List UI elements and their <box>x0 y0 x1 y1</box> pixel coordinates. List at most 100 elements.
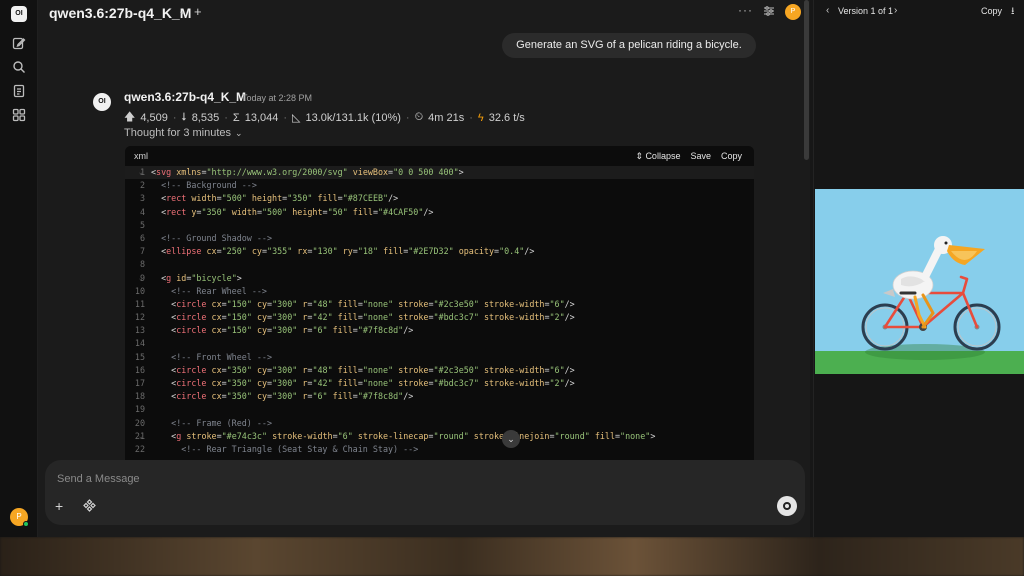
user-message-bubble: Generate an SVG of a pelican riding a bi… <box>502 33 756 58</box>
chat-scrollbar[interactable] <box>804 0 809 160</box>
code-block-header: xml ⇕ Collapse Save Copy <box>125 146 754 166</box>
line-number: 3 <box>139 193 145 204</box>
code-actions: ⇕ Collapse Save Copy <box>635 151 742 162</box>
notes-icon[interactable] <box>12 84 26 98</box>
line-content: <ellipse cx="250" cy="355" rx="130" ry="… <box>151 246 535 257</box>
pelican-bicycle-illustration <box>815 189 1024 374</box>
artifacts-panel: ‹ Version 1 of 1 › Copy ⭳ <box>813 0 1024 537</box>
chevron-down-icon[interactable]: ⌄ <box>178 6 186 17</box>
code-line: 15 <!-- Front Wheel --> <box>125 351 754 364</box>
fold-chevron-icon[interactable]: ⌄ <box>139 272 143 285</box>
message-composer: + <box>45 460 805 525</box>
line-content: <!-- Front Wheel --> <box>151 351 273 362</box>
app-window: OI P qwen3.6:27b-q4_K_M ⌄ + ··· P Genera… <box>0 0 1024 537</box>
pelican-eye <box>944 241 948 245</box>
line-number: 15 <box>134 351 145 362</box>
model-selector[interactable]: qwen3.6:27b-q4_K_M <box>49 5 191 21</box>
fold-chevron-icon[interactable]: ⌄ <box>139 430 143 443</box>
chevron-left-icon[interactable]: ‹ <box>826 5 829 16</box>
search-icon[interactable] <box>12 60 26 74</box>
assistant-avatar: OI <box>93 93 111 111</box>
code-line: 18 <circle cx="350" cy="300" r="6" fill=… <box>125 390 754 403</box>
chevron-right-icon[interactable]: › <box>894 5 897 16</box>
line-number: 7 <box>139 246 145 257</box>
user-avatar[interactable]: P <box>10 508 29 527</box>
top-user-avatar[interactable]: P <box>785 4 801 20</box>
tokens-per-second: 32.6 t/s <box>488 111 525 124</box>
collapse-label: Collapse <box>645 151 681 161</box>
code-line: 8 <box>125 258 754 271</box>
integrations-icon[interactable] <box>83 499 96 512</box>
code-line: 13 <circle cx="150" cy="300" r="6" fill=… <box>125 324 754 337</box>
save-button[interactable]: Save <box>690 151 711 162</box>
artifact-copy-button[interactable]: Copy <box>981 6 1002 16</box>
avatar-letter: P <box>16 512 22 521</box>
code-line: 17 <circle cx="350" cy="300" r="42" fill… <box>125 377 754 390</box>
code-line: 2 <!-- Background --> <box>125 179 754 192</box>
message-input[interactable] <box>57 471 657 487</box>
generation-stats: 🡅 4,509 · ⭣ 8,535 · Σ 13,044 · ◺ 13.0k/1… <box>124 108 525 127</box>
artifact-version: Version 1 of 1 <box>838 6 894 16</box>
line-content: <!-- Frame (Red) --> <box>151 417 273 428</box>
code-line: 21 ⌄ <g stroke="#e74c3c" stroke-width="6"… <box>125 430 754 443</box>
add-attachment-button[interactable]: + <box>55 498 63 514</box>
line-content: <circle cx="350" cy="300" r="42" fill="n… <box>151 378 575 388</box>
grid-icon[interactable] <box>12 108 26 122</box>
thought-label: Thought for 3 minutes <box>124 127 232 139</box>
line-number: 13 <box>134 325 145 336</box>
chevron-down-icon: ⌄ <box>235 128 243 138</box>
line-content: <circle cx="350" cy="300" r="6" fill="#7… <box>151 391 414 402</box>
more-options-icon[interactable]: ··· <box>738 3 753 17</box>
artifact-preview[interactable] <box>815 189 1024 374</box>
arrow-down-icon: ⭣ <box>181 111 187 123</box>
line-content: <!-- Rear Wheel --> <box>151 285 267 296</box>
code-language: xml <box>134 151 148 161</box>
line-number: 16 <box>134 364 145 375</box>
line-number: 2 <box>139 180 145 191</box>
thought-toggle[interactable]: Thought for 3 minutes ⌄ <box>124 127 243 139</box>
code-line: 5 <box>125 219 754 232</box>
code-line: 11 <circle cx="150" cy="300" r="48" fill… <box>125 298 754 311</box>
code-line: 22 <!-- Rear Triangle (Seat Stay & Chain… <box>125 443 754 456</box>
sidebar-rail: OI P <box>0 0 38 537</box>
voice-mode-button[interactable] <box>777 496 797 516</box>
code-line: 9 ⌄ <g id="bicycle"> <box>125 272 754 285</box>
code-line: 7 <ellipse cx="250" cy="355" rx="130" ry… <box>125 245 754 258</box>
scroll-down-button[interactable]: ⌄ <box>502 430 520 448</box>
assistant-model-name: qwen3.6:27b-q4_K_M <box>124 90 247 104</box>
line-content: <circle cx="150" cy="300" r="6" fill="#7… <box>151 325 414 336</box>
code-line: 4 <rect y="350" width="500" height="50" … <box>125 206 754 219</box>
download-icon[interactable]: ⭳ <box>1011 4 1015 21</box>
message-timestamp: Today at 2:28 PM <box>242 93 313 103</box>
pencil-square-icon[interactable] <box>12 36 26 50</box>
voice-icon <box>783 502 791 510</box>
code-lines[interactable]: 1 ⌄ <svg xmlns="http://www.w3.org/2000/svg… <box>125 166 754 456</box>
bolt-icon: ϟ <box>477 111 484 124</box>
add-model-icon[interactable]: + <box>194 4 202 19</box>
stat-separator: · <box>283 111 288 124</box>
line-number: 12 <box>134 312 145 323</box>
code-line: 3 <rect width="500" height="350" fill="#… <box>125 192 754 205</box>
controls-sliders-icon[interactable] <box>763 5 775 17</box>
copy-button[interactable]: Copy <box>721 151 742 162</box>
collapse-button[interactable]: ⇕ Collapse <box>635 151 680 162</box>
line-number: 22 <box>134 443 145 454</box>
stat-separator: · <box>469 111 473 124</box>
line-number: 11 <box>134 298 145 309</box>
line-number: 17 <box>134 378 145 388</box>
line-content: <g stroke="#e74c3c" stroke-width="6" str… <box>151 430 656 441</box>
line-content: <rect width="500" height="350" fill="#87… <box>151 193 399 204</box>
prompt-tokens: 4,509 <box>140 111 168 124</box>
line-content: <circle cx="150" cy="300" r="48" fill="n… <box>151 298 575 309</box>
ruler-icon: ◺ <box>292 112 301 124</box>
line-content: <!-- Rear Triangle (Seat Stay & Chain St… <box>151 443 419 454</box>
sigma-icon: Σ <box>232 111 240 124</box>
desktop-background-strip <box>0 537 1024 576</box>
line-number: 14 <box>134 338 145 349</box>
code-line: 20 <!-- Frame (Red) --> <box>125 417 754 430</box>
fold-chevron-icon[interactable]: ⌄ <box>139 166 143 179</box>
app-logo[interactable]: OI <box>11 6 27 22</box>
code-line: 14 <box>125 337 754 350</box>
online-status-dot <box>23 521 29 527</box>
line-number: 10 <box>134 285 145 296</box>
